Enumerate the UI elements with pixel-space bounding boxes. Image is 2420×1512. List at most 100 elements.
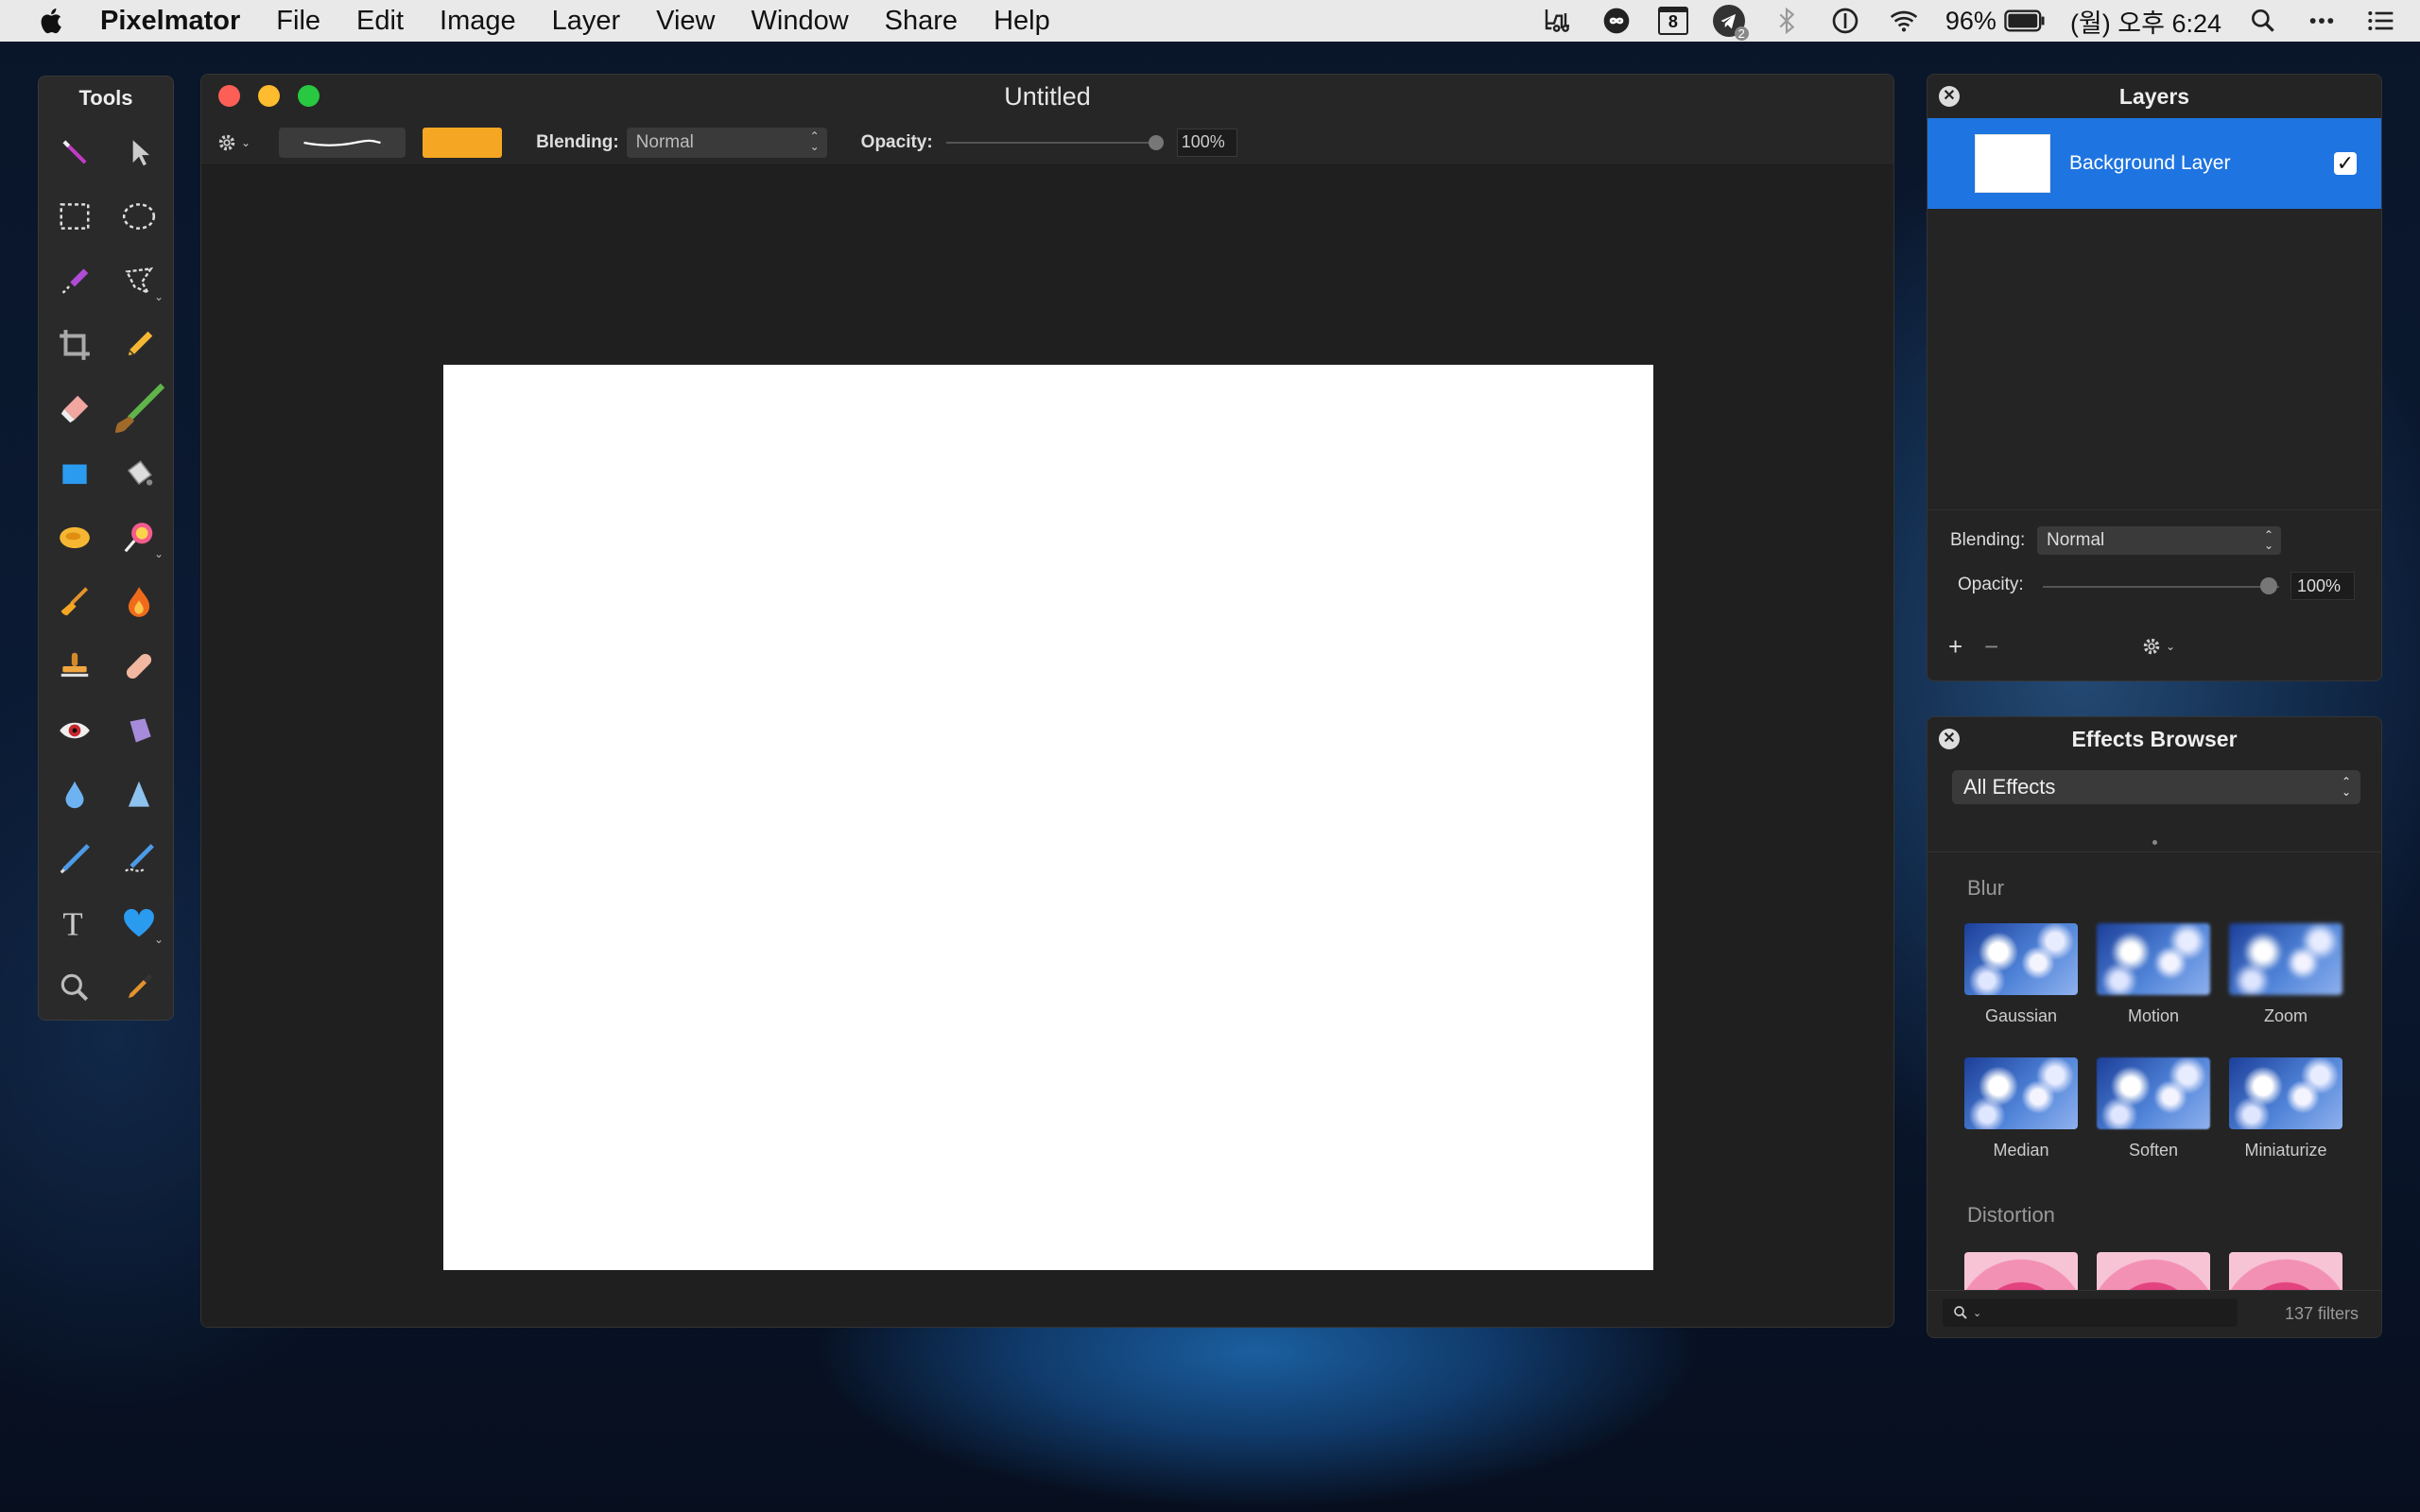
tool-settings-button[interactable]: ⌄ — [216, 132, 251, 153]
menu-image[interactable]: Image — [440, 6, 516, 37]
effect-median[interactable]: Median — [1963, 1057, 2079, 1160]
lasso-tool[interactable]: ⌄ — [107, 249, 171, 313]
brush-preset-picker[interactable] — [279, 127, 406, 158]
bluetooth-icon[interactable] — [1770, 6, 1804, 36]
sponge-tool[interactable] — [107, 698, 171, 763]
rectangle-shape-tool[interactable] — [43, 441, 107, 506]
pencil-tool[interactable] — [107, 313, 171, 377]
telegram-badge: 2 — [1734, 26, 1749, 41]
layer-row[interactable]: Background Layer ✓ — [1927, 118, 2381, 209]
smudge-tool[interactable] — [43, 570, 107, 634]
blur-tool[interactable] — [43, 763, 107, 827]
wifi-icon[interactable] — [1887, 6, 1921, 36]
eraser-tool[interactable] — [43, 377, 107, 441]
effect-label: Soften — [2128, 1141, 2179, 1160]
forklift-icon[interactable] — [1541, 6, 1575, 36]
effects-search-field[interactable]: ⌄ — [1943, 1298, 2238, 1327]
quick-select-tool[interactable] — [43, 249, 107, 313]
effect-thumbnail — [2097, 923, 2210, 995]
document-window: Untitled ⌄ Blending: Normal ⌃ ⌄ Opacity: … — [200, 74, 1894, 1328]
eraser-icon — [60, 395, 89, 423]
layer-visibility-checkbox[interactable]: ✓ — [2334, 152, 2357, 175]
rect-select-tool[interactable] — [43, 184, 107, 249]
notification-center-icon[interactable] — [2363, 6, 2397, 36]
onepassword-icon[interactable] — [1828, 6, 1862, 36]
effect-label: Miniaturize — [2244, 1141, 2327, 1160]
infinity-icon[interactable] — [1599, 6, 1634, 36]
ellipse-select-tool[interactable] — [107, 184, 171, 249]
spotlight-search-icon[interactable] — [2246, 6, 2280, 36]
sharpen-tool[interactable] — [107, 763, 171, 827]
arrow-tool[interactable] — [107, 120, 171, 184]
telegram-icon[interactable]: 2 — [1712, 5, 1749, 41]
effects-category-select[interactable]: All Effects ⌃ ⌄ — [1952, 770, 2360, 804]
blending-select[interactable]: Normal ⌃ ⌄ — [626, 127, 827, 158]
close-panel-icon[interactable]: ✕ — [1939, 86, 1960, 107]
layer-opacity-slider-track[interactable] — [2043, 586, 2279, 588]
crop-tool[interactable] — [43, 313, 107, 377]
effect-label: Motion — [2127, 1006, 2180, 1025]
burn-tool[interactable] — [107, 570, 171, 634]
eyedropper-tool[interactable] — [107, 955, 171, 1020]
color-blob-tool[interactable] — [43, 506, 107, 570]
resize-handle[interactable] — [2152, 840, 2157, 845]
freeform-pen-tool[interactable] — [107, 827, 171, 891]
magic-wand-tool[interactable] — [43, 120, 107, 184]
menu-edit[interactable]: Edit — [356, 6, 404, 37]
effect-gaussian[interactable]: Gaussian — [1963, 923, 2079, 1026]
opacity-slider[interactable] — [945, 128, 1164, 158]
heal-tool[interactable] — [107, 634, 171, 698]
svg-text:T: T — [62, 906, 82, 941]
chevron-down-icon: ⌄ — [1973, 1307, 1982, 1319]
menu-file[interactable]: File — [276, 6, 320, 37]
paintbrush-tool[interactable] — [107, 377, 171, 441]
menubar-clock[interactable]: (월) 오후 6:24 — [2070, 3, 2221, 40]
tools-panel: Tools ⌄ ⌄ T ⌄ — [38, 76, 174, 1021]
paintbrush-icon — [115, 383, 165, 433]
layer-blending-select[interactable]: Normal ⌃ ⌄ — [2037, 526, 2281, 555]
menu-window[interactable]: Window — [752, 6, 849, 37]
gradient-tool[interactable]: ⌄ — [107, 506, 171, 570]
effect-thumbnail — [1964, 1057, 2078, 1129]
custom-shape-tool[interactable]: ⌄ — [107, 891, 171, 955]
stamp-icon — [60, 652, 89, 678]
paint-bucket-tool[interactable] — [107, 441, 171, 506]
opacity-value-field[interactable]: 100% — [1176, 128, 1237, 157]
chevron-down-icon: ⌄ — [2166, 640, 2176, 653]
layer-thumbnail — [1975, 134, 2050, 193]
effect-soften[interactable]: Soften — [2096, 1057, 2211, 1160]
menu-layer[interactable]: Layer — [552, 6, 621, 37]
menu-help[interactable]: Help — [994, 6, 1050, 37]
effects-panel-title: Effects Browser — [2071, 727, 2238, 751]
layer-opacity-slider-knob[interactable] — [2260, 577, 2277, 594]
effect-miniaturize[interactable]: Miniaturize — [2228, 1057, 2343, 1160]
layers-panel-header: ✕ Layers — [1927, 75, 2381, 118]
menu-share[interactable]: Share — [885, 6, 958, 37]
red-eye-tool[interactable] — [43, 698, 107, 763]
zoom-tool[interactable] — [43, 955, 107, 1020]
clone-stamp-tool[interactable] — [43, 634, 107, 698]
gear-icon — [2143, 638, 2160, 655]
effect-motion[interactable]: Motion — [2096, 923, 2211, 1026]
effect-label: Zoom — [2263, 1006, 2308, 1025]
apple-menu-icon[interactable] — [36, 4, 68, 38]
close-panel-icon[interactable]: ✕ — [1939, 729, 1960, 749]
layer-options-button[interactable]: ⌄ — [2141, 636, 2175, 657]
add-layer-button[interactable]: + — [1948, 632, 1962, 662]
type-tool[interactable]: T — [43, 891, 107, 955]
image-canvas[interactable] — [443, 365, 1653, 1270]
layer-opacity-value-field[interactable]: 100% — [2290, 572, 2355, 600]
opacity-slider-knob[interactable] — [1148, 134, 1164, 150]
magic-wand-icon — [62, 140, 87, 164]
more-icon[interactable] — [2305, 6, 2339, 36]
calendar-icon[interactable]: 8 — [1657, 7, 1688, 35]
battery-icon[interactable] — [2004, 9, 2046, 32]
brush-color-swatch[interactable] — [423, 127, 503, 158]
select-arrows-icon: ⌃ ⌄ — [809, 129, 820, 153]
app-name-menu[interactable]: Pixelmator — [100, 6, 240, 37]
menu-view[interactable]: View — [656, 6, 715, 37]
pen-tool[interactable] — [43, 827, 107, 891]
remove-layer-button[interactable]: − — [1984, 632, 1998, 662]
effect-zoom[interactable]: Zoom — [2228, 923, 2343, 1026]
quick-selection-brush-icon — [61, 268, 89, 294]
